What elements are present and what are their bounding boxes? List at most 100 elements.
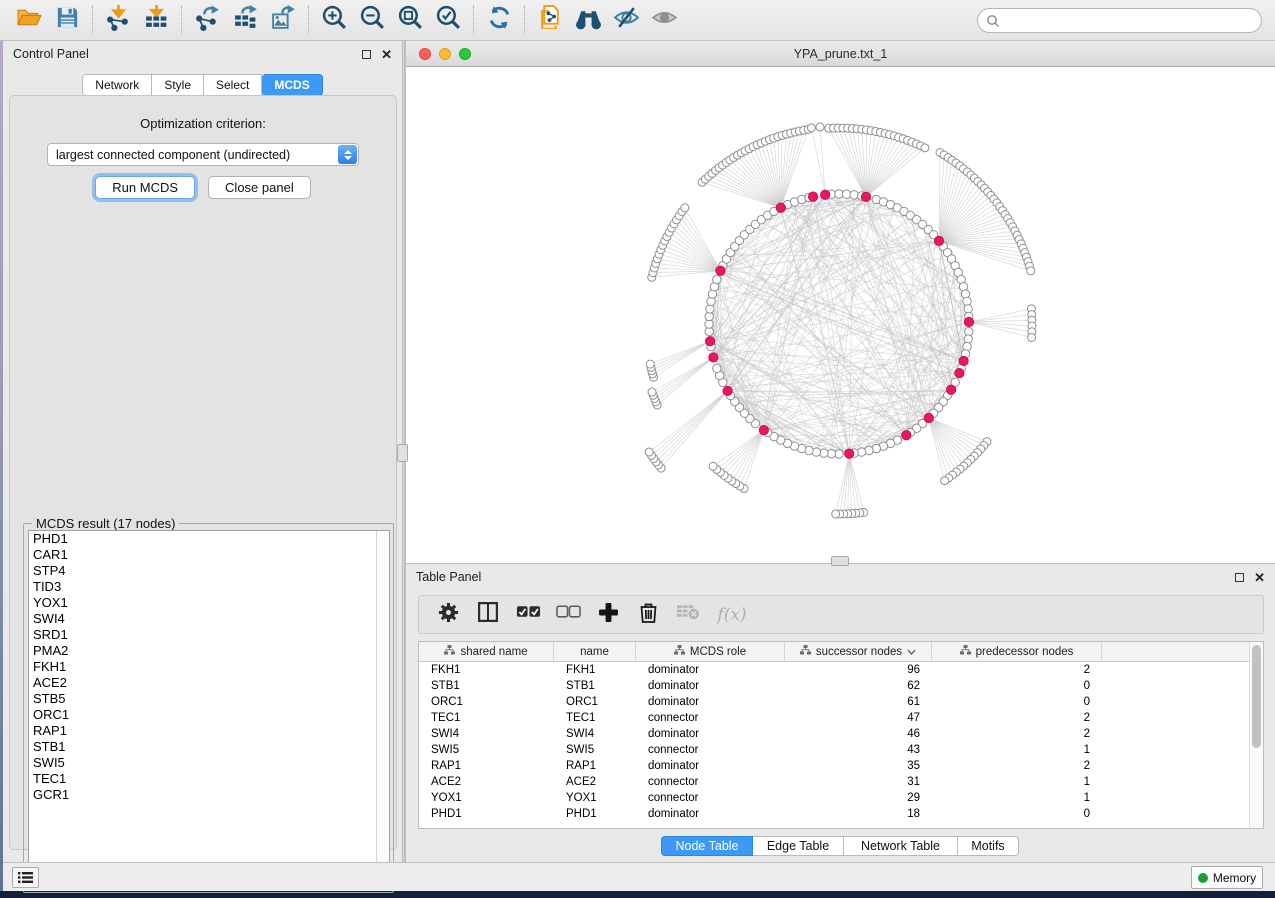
table-row[interactable]: SWI5SWI5connector431 [419,742,1263,758]
zoom-in-button[interactable] [315,4,353,36]
horizontal-splitter-handle[interactable] [831,556,849,566]
network-hub-node[interactable] [861,192,870,201]
network-node[interactable] [832,510,840,518]
tab-motifs[interactable]: Motifs [958,836,1019,856]
close-window-icon[interactable] [419,48,431,60]
mcds-result-list[interactable]: PHD1CAR1STP4TID3YOX1SWI4SRD1PMA2FKH1ACE2… [28,530,390,889]
cell-successor-nodes[interactable]: 29 [785,792,932,804]
network-node[interactable] [1027,267,1035,275]
float-panel-icon[interactable] [362,50,371,59]
column-header-MCDS-role[interactable]: MCDS role [636,642,785,661]
table-row[interactable]: FKH1FKH1dominator962 [419,662,1263,678]
network-node[interactable] [713,364,721,372]
network-hub-node[interactable] [759,425,768,434]
mcds-result-item[interactable]: PMA2 [29,643,389,659]
cell-successor-nodes[interactable]: 18 [785,808,932,820]
cell-successor-nodes[interactable]: 35 [785,760,932,772]
network-hub-node[interactable] [709,353,718,362]
network-hub-node[interactable] [723,386,732,395]
cell-MCDS-role[interactable]: dominator [636,808,785,820]
mcds-result-item[interactable]: GCR1 [29,787,389,803]
cell-name[interactable]: RAP1 [554,760,636,772]
cell-MCDS-role[interactable]: dominator [636,664,785,676]
column-header-name[interactable]: name [554,642,636,661]
cell-shared-name[interactable]: PHD1 [419,808,554,820]
zoom-out-button[interactable] [353,4,391,36]
cell-MCDS-role[interactable]: connector [636,744,785,756]
table-scrollbar[interactable] [1249,642,1263,828]
network-node[interactable] [709,462,717,470]
cell-successor-nodes[interactable]: 61 [785,696,932,708]
cell-predecessor-nodes[interactable]: 0 [932,680,1102,692]
import-table-button[interactable] [137,4,175,36]
cell-shared-name[interactable]: SWI5 [419,744,554,756]
import-network-button[interactable] [99,4,137,36]
cell-name[interactable]: PHD1 [554,808,636,820]
export-table-button[interactable] [226,4,264,36]
network-hub-node[interactable] [776,203,785,212]
table-row[interactable]: YOX1YOX1connector291 [419,790,1263,806]
cell-shared-name[interactable]: SWI4 [419,728,554,740]
show-column-button[interactable] [475,602,501,628]
cell-predecessor-nodes[interactable]: 0 [932,808,1102,820]
task-history-button[interactable] [12,867,39,888]
cell-MCDS-role[interactable]: dominator [636,760,785,772]
network-hub-node[interactable] [716,266,725,275]
apply-layout-button[interactable] [480,4,518,36]
mcds-result-item[interactable]: RAP1 [29,723,389,739]
show-all-button[interactable] [645,4,683,36]
select-all-columns-button[interactable] [515,602,541,628]
network-node[interactable] [807,124,815,132]
cell-shared-name[interactable]: ACE2 [419,776,554,788]
cell-MCDS-role[interactable]: connector [636,712,785,724]
minimize-window-icon[interactable] [439,48,451,60]
tab-node-table[interactable]: Node Table [661,836,753,856]
table-row[interactable]: ORC1ORC1dominator610 [419,694,1263,710]
mcds-result-item[interactable]: TID3 [29,579,389,595]
table-row[interactable]: PHD1PHD1dominator180 [419,806,1263,822]
network-hub-node[interactable] [902,431,911,440]
tab-network-table[interactable]: Network Table [844,836,958,856]
network-hub-node[interactable] [924,413,933,422]
maximize-window-icon[interactable] [459,48,471,60]
mcds-result-item[interactable]: SWI5 [29,755,389,771]
network-node[interactable] [681,204,689,212]
cell-MCDS-role[interactable]: dominator [636,680,785,692]
tab-network[interactable]: Network [82,74,152,96]
unselect-all-columns-button[interactable] [555,602,581,628]
cell-shared-name[interactable]: RAP1 [419,760,554,772]
export-image-button[interactable] [264,4,302,36]
cell-MCDS-role[interactable]: connector [636,792,785,804]
cell-successor-nodes[interactable]: 43 [785,744,932,756]
cell-name[interactable]: ACE2 [554,776,636,788]
cell-predecessor-nodes[interactable]: 2 [932,728,1102,740]
network-node[interactable] [646,360,654,368]
cell-successor-nodes[interactable]: 46 [785,728,932,740]
mcds-result-item[interactable]: ORC1 [29,707,389,723]
delete-column-button[interactable] [635,602,661,628]
cell-MCDS-role[interactable]: connector [636,776,785,788]
network-hub-node[interactable] [706,337,715,346]
cell-shared-name[interactable]: TEC1 [419,712,554,724]
table-options-button[interactable] [435,602,461,628]
network-hub-node[interactable] [821,190,830,199]
mcds-result-item[interactable]: STB1 [29,739,389,755]
mcds-list-scrollbar[interactable] [376,531,389,888]
network-node[interactable] [648,388,656,396]
run-mcds-button[interactable]: Run MCDS [95,176,195,199]
column-header-predecessor-nodes[interactable]: predecessor nodes [932,642,1102,661]
mcds-result-item[interactable]: PHD1 [29,531,389,547]
network-node[interactable] [816,123,824,131]
close-table-panel-icon[interactable]: ✕ [1254,573,1265,582]
cell-successor-nodes[interactable]: 31 [785,776,932,788]
network-hub-node[interactable] [947,385,956,394]
float-table-panel-icon[interactable] [1235,573,1244,582]
mcds-result-item[interactable]: STB5 [29,691,389,707]
network-node[interactable] [921,144,929,152]
table-scrollbar-thumb[interactable] [1252,645,1261,748]
tab-style[interactable]: Style [152,74,204,96]
cell-shared-name[interactable]: STB1 [419,680,554,692]
mcds-result-item[interactable]: SWI4 [29,611,389,627]
search-input[interactable] [1000,14,1240,28]
cell-MCDS-role[interactable]: dominator [636,696,785,708]
